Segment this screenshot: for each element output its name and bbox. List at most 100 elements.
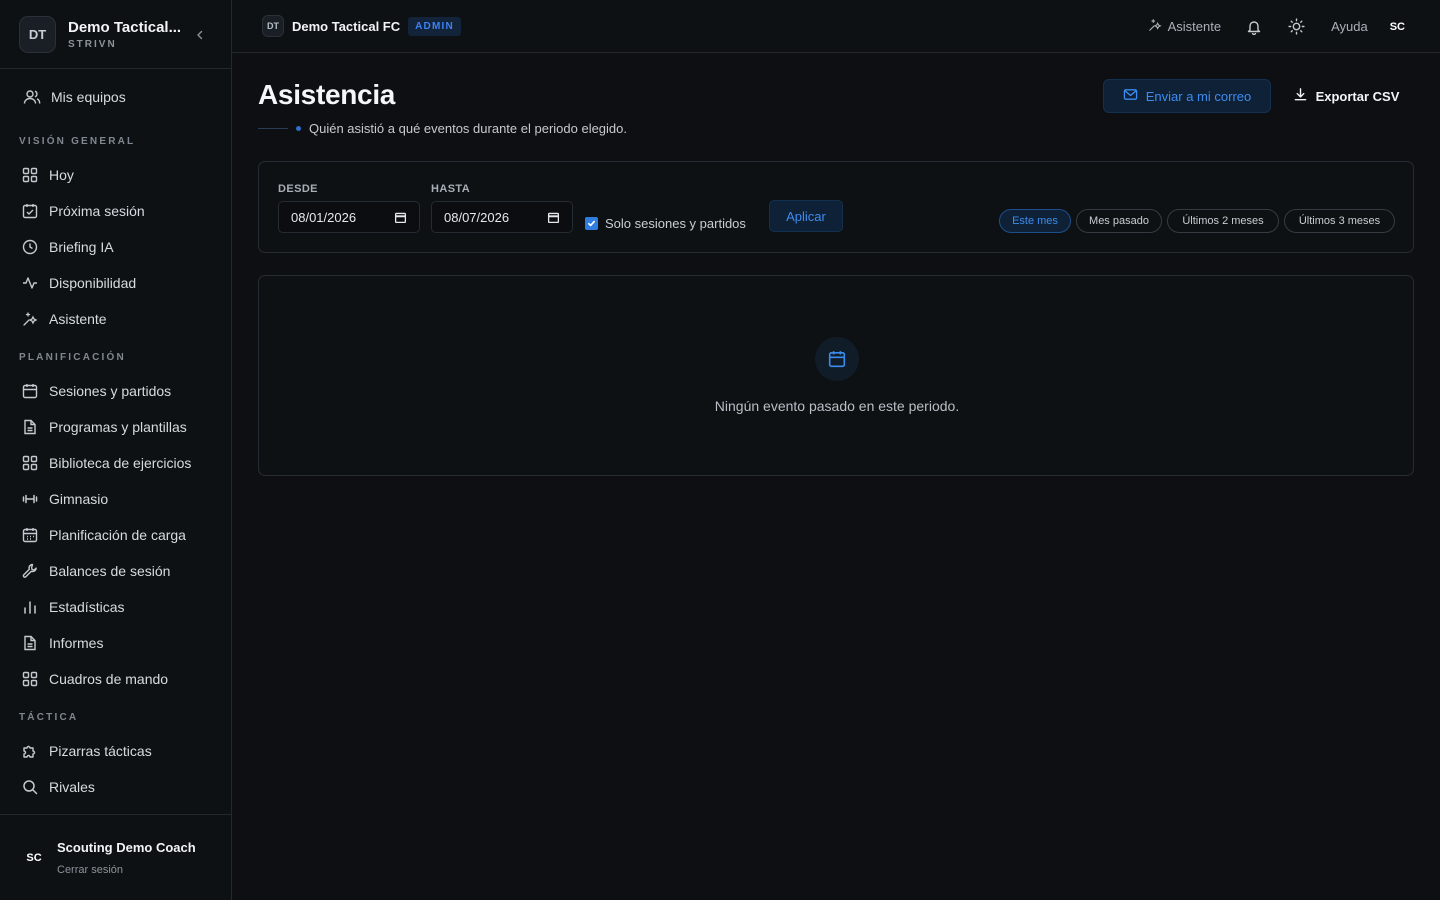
sidebar-item-dashboards[interactable]: Cuadros de mando: [0, 661, 231, 697]
from-date-input[interactable]: 08/01/2026: [278, 201, 420, 233]
bar-chart-icon: [21, 598, 39, 616]
sidebar-item-availability[interactable]: Disponibilidad: [0, 265, 231, 301]
sidebar-item-stats[interactable]: Estadísticas: [0, 589, 231, 625]
bell-icon: [1247, 20, 1261, 35]
download-icon: [1293, 87, 1308, 105]
chip-last-2-months[interactable]: Últimos 2 meses: [1167, 209, 1279, 233]
sidebar-item-today[interactable]: Hoy: [0, 157, 231, 193]
calendar-check-icon: [21, 202, 39, 220]
chip-this-month[interactable]: Este mes: [999, 209, 1071, 233]
empty-state-message: Ningún evento pasado en este periodo.: [714, 398, 960, 414]
chip-last-3-months[interactable]: Últimos 3 meses: [1284, 209, 1395, 233]
only-sessions-toggle[interactable]: Solo sesiones y partidos: [585, 216, 746, 231]
calendar-icon: [815, 337, 859, 381]
send-email-label: Enviar a mi correo: [1145, 88, 1252, 104]
sidebar-item-label: Estadísticas: [49, 599, 125, 615]
assistant-button[interactable]: Asistente: [1148, 18, 1221, 35]
sparkles-icon: [1148, 18, 1162, 35]
sidebar-item-label: Sesiones y partidos: [49, 383, 172, 399]
sidebar-item-label: Hoy: [49, 167, 74, 183]
topbar: DT Demo Tactical FC ADMIN Asistente Ayud…: [232, 0, 1440, 53]
calendar-icon[interactable]: [547, 211, 560, 227]
user-name: Scouting Demo Coach: [57, 839, 196, 855]
wrench-icon: [21, 562, 39, 580]
sidebar-item-reports[interactable]: Informes: [0, 625, 231, 661]
notifications-button[interactable]: [1245, 18, 1263, 36]
user-menu-button[interactable]: SC: [1390, 21, 1405, 33]
sidebar-item-assistant[interactable]: Asistente: [0, 301, 231, 337]
sun-icon: [1287, 18, 1305, 35]
sidebar-item-library[interactable]: Biblioteca de ejercicios: [0, 445, 231, 481]
filters-card: DESDE 08/01/2026 HASTA 08/07/2026 Solo s…: [258, 161, 1414, 253]
org-subtitle: STRIVN: [68, 38, 117, 50]
calendar-grid-icon: [21, 526, 39, 544]
sidebar-item-label: Biblioteca de ejercicios: [49, 455, 192, 471]
sidebar-item-sessions[interactable]: Sesiones y partidos: [0, 373, 231, 409]
mail-icon: [1123, 87, 1138, 105]
chevron-left-icon: [197, 30, 203, 40]
chip-last-month[interactable]: Mes pasado: [1076, 209, 1162, 233]
users-icon: [23, 88, 41, 106]
org-avatar[interactable]: DT: [19, 15, 56, 53]
assistant-label: Asistente: [1167, 19, 1222, 34]
calendar-icon: [21, 382, 39, 400]
team-name: Demo Tactical FC: [292, 18, 401, 34]
sidebar-item-my-teams[interactable]: Mis equipos: [0, 79, 231, 115]
sidebar-nav: Mis equipos VISIÓN GENERAL Hoy Próxima s…: [0, 69, 231, 805]
only-sessions-checkbox[interactable]: [585, 217, 598, 230]
from-label: DESDE: [278, 183, 318, 195]
subtitle-line-decoration: [258, 128, 288, 129]
sidebar-item-rivals[interactable]: Rivales: [0, 769, 231, 805]
logout-link[interactable]: Cerrar sesión: [57, 864, 196, 876]
sidebar-item-label: Gimnasio: [49, 491, 109, 507]
section-tactics: TÁCTICA: [19, 711, 79, 723]
sidebar-item-load[interactable]: Planificación de carga: [0, 517, 231, 553]
sidebar-item-label: Pizarras tácticas: [49, 743, 152, 759]
sidebar-item-briefing[interactable]: Briefing IA: [0, 229, 231, 265]
sidebar: DT Demo Tactical... STRIVN Mis equipos V…: [0, 0, 232, 900]
sidebar-item-next-session[interactable]: Próxima sesión: [0, 193, 231, 229]
page-subtitle-row: Quién asistió a qué eventos durante el p…: [258, 121, 627, 136]
sidebar-item-label: Disponibilidad: [49, 275, 137, 291]
grid-icon: [21, 454, 39, 472]
to-date-input[interactable]: 08/07/2026: [431, 201, 573, 233]
empty-state-card: Ningún evento pasado en este periodo.: [258, 275, 1414, 476]
section-planning: PLANIFICACIÓN: [19, 351, 126, 363]
user-avatar[interactable]: SC: [20, 844, 48, 872]
sparkles-icon: [21, 310, 39, 328]
sidebar-item-boards[interactable]: Pizarras tácticas: [0, 733, 231, 769]
sidebar-item-label: Rivales: [49, 779, 95, 795]
export-csv-button[interactable]: Exportar CSV: [1284, 79, 1408, 113]
to-date-value: 08/07/2026: [444, 209, 510, 225]
sidebar-header: DT Demo Tactical... STRIVN: [0, 0, 231, 69]
collapse-sidebar-button[interactable]: [193, 28, 207, 42]
help-link[interactable]: Ayuda: [1331, 19, 1368, 34]
sidebar-item-label: Planificación de carga: [49, 527, 186, 543]
sidebar-item-balances[interactable]: Balances de sesión: [0, 553, 231, 589]
puzzle-icon: [21, 742, 39, 760]
team-avatar: DT: [262, 15, 284, 37]
grid-icon: [21, 166, 39, 184]
sidebar-item-programs[interactable]: Programas y plantillas: [0, 409, 231, 445]
sidebar-item-label: Informes: [49, 635, 104, 651]
section-overview: VISIÓN GENERAL: [19, 135, 136, 147]
clock-icon: [21, 238, 39, 256]
sidebar-item-label: Balances de sesión: [49, 563, 171, 579]
dumbbell-icon: [21, 490, 39, 508]
checkmark-icon: [587, 220, 596, 227]
apply-button[interactable]: Aplicar: [769, 200, 843, 232]
theme-toggle-button[interactable]: [1287, 18, 1305, 36]
sidebar-item-label: Programas y plantillas: [49, 419, 187, 435]
search-icon: [21, 778, 39, 796]
calendar-icon[interactable]: [394, 211, 407, 227]
send-email-button[interactable]: Enviar a mi correo: [1103, 79, 1271, 113]
sidebar-item-label: Asistente: [49, 311, 107, 327]
grid-icon: [21, 670, 39, 688]
sidebar-item-gym[interactable]: Gimnasio: [0, 481, 231, 517]
sidebar-item-label: Mis equipos: [51, 89, 126, 105]
sidebar-item-label: Próxima sesión: [49, 203, 145, 219]
activity-icon: [21, 274, 39, 292]
user-info: Scouting Demo Coach Cerrar sesión: [57, 840, 196, 876]
org-name[interactable]: Demo Tactical...: [68, 19, 181, 37]
from-date-value: 08/01/2026: [291, 209, 357, 225]
